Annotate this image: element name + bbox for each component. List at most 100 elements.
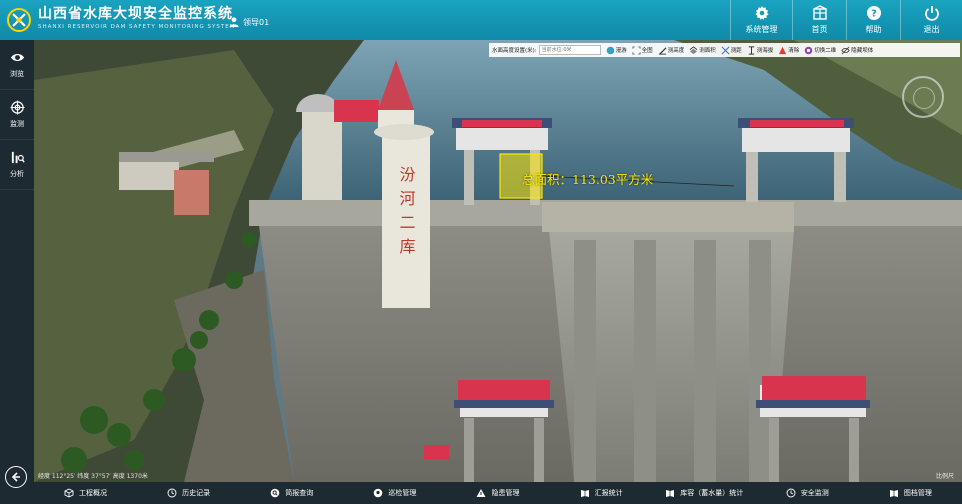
cube-icon <box>64 488 74 498</box>
tool-label: 清除 <box>788 48 800 54</box>
tool-hide-dam[interactable]: 隐藏坝体 <box>841 46 873 55</box>
measure-area-icon <box>689 45 698 54</box>
compass-navigator[interactable] <box>902 76 944 118</box>
switch-2d-icon <box>804 46 813 54</box>
home-icon <box>812 5 827 20</box>
map-toolbar: 水面高度设置(米): 漫游 全图 测高度 测面积 测距 <box>489 43 960 57</box>
hide-dam-icon <box>841 46 850 54</box>
user-name: 领导01 <box>243 17 270 27</box>
gear-icon <box>754 6 769 20</box>
history-icon <box>167 488 177 498</box>
user-menu[interactable]: 领导01 <box>228 14 269 30</box>
sidebar-item-label: 分析 <box>10 170 24 178</box>
tool-measure-height[interactable]: 测高度 <box>658 46 685 55</box>
svg-text:?: ? <box>871 9 877 20</box>
app-subtitle: SHANXI RESERVOIR DAM SAFETY MONITORING S… <box>38 24 236 30</box>
nav-label: 退出 <box>923 25 940 34</box>
sidebar-item-label: 浏览 <box>10 70 24 78</box>
measure-altitude-icon <box>748 45 754 55</box>
crosshair-icon <box>9 100 25 115</box>
app-title: 山西省水库大坝安全监控系统 <box>38 6 233 22</box>
sidebar-item-label: 监测 <box>10 120 24 128</box>
bottom-item-history[interactable]: 历史记录 <box>137 482 240 504</box>
sidebar-item-monitor[interactable]: 监测 <box>0 90 34 140</box>
coordinates-readout: 经度 112°25′ 纬度 37°57′ 高度 1370米 <box>38 473 148 480</box>
map-viewport[interactable]: 汾河二库 水面高度设置(米): 漫游 全图 测高度 <box>34 40 962 482</box>
tool-label: 测高度 <box>667 48 685 54</box>
title-block: 山西省水库大坝安全监控系统 SHANXI RESERVOIR DAM SAFET… <box>38 6 235 32</box>
bottom-item-safety-monitor[interactable]: 安全监测 <box>756 482 859 504</box>
tool-label: 测海拔 <box>756 48 774 54</box>
dam-3d-scene: 汾河二库 <box>34 40 962 482</box>
header-nav: 系统管理 首页 ? 帮助 退出 <box>730 0 962 40</box>
tower-text: 汾河二库 <box>397 166 416 262</box>
nav-logout[interactable]: 退出 <box>900 0 962 40</box>
tool-clear[interactable]: 清除 <box>778 46 799 55</box>
book-icon <box>889 490 898 497</box>
water-level-input[interactable] <box>538 45 601 55</box>
bottom-item-label: 工程概况 <box>79 489 108 497</box>
bottom-item-label: 汇报统计 <box>594 489 623 497</box>
bottom-item-label: 隐患管理 <box>491 489 520 497</box>
bottom-nav: 工程概况 历史记录 简报查询 巡检管理 隐患管理 汇报统计 库容（蓄水量）统计 <box>34 482 962 504</box>
location-icon <box>374 488 383 498</box>
app-header: 山西省水库大坝安全监控系统 SHANXI RESERVOIR DAM SAFET… <box>0 0 962 40</box>
bottom-item-hazard[interactable]: 隐患管理 <box>446 482 549 504</box>
sidebar-item-analysis[interactable]: 分析 <box>0 140 34 190</box>
tool-label: 全图 <box>641 48 653 54</box>
book-icon <box>666 490 675 497</box>
bottom-item-label: 库容（蓄水量）统计 <box>680 489 744 497</box>
search-icon <box>270 488 280 498</box>
globe-icon <box>606 46 614 54</box>
app-root: 山西省水库大坝安全监控系统 SHANXI RESERVOIR DAM SAFET… <box>0 0 962 504</box>
bottom-item-inspection[interactable]: 巡检管理 <box>343 482 446 504</box>
water-level-label: 水面高度设置(米): <box>492 48 537 54</box>
nav-label: 帮助 <box>865 25 882 34</box>
tool-label: 切换二维 <box>814 48 837 54</box>
eye-icon <box>10 53 24 62</box>
history-icon <box>786 488 796 498</box>
user-icon <box>229 17 239 27</box>
bottom-item-storage-stats[interactable]: 库容（蓄水量）统计 <box>653 482 756 504</box>
back-button[interactable] <box>5 466 27 488</box>
tool-label: 测距 <box>730 48 742 54</box>
bottom-item-label: 巡检管理 <box>388 489 417 497</box>
sidebar-item-browse[interactable]: 浏览 <box>0 40 34 90</box>
tool-label: 测面积 <box>699 48 716 54</box>
bottom-item-project-overview[interactable]: 工程概况 <box>34 482 137 504</box>
bottom-item-report-stats[interactable]: 汇报统计 <box>550 482 653 504</box>
tool-measure-altitude[interactable]: 测海拔 <box>747 45 774 55</box>
tool-measure-distance[interactable]: 测距 <box>721 46 742 55</box>
back-arrow-icon <box>11 472 20 482</box>
book-icon <box>580 490 589 497</box>
tool-measure-area[interactable]: 测面积 <box>689 45 716 55</box>
tool-label: 隐藏坝体 <box>851 48 874 54</box>
measure-distance-icon <box>721 46 730 54</box>
measure-height-icon <box>658 46 667 55</box>
logo-icon <box>7 8 31 32</box>
bottom-item-report-query[interactable]: 简报查询 <box>240 482 343 504</box>
nav-label: 系统管理 <box>745 25 778 34</box>
nav-home[interactable]: 首页 <box>792 0 846 40</box>
bridge-deck <box>542 202 794 232</box>
nav-help[interactable]: ? 帮助 <box>846 0 900 40</box>
full-extent-icon <box>632 45 641 55</box>
help-icon: ? <box>866 6 881 20</box>
bottom-item-archive[interactable]: 图档管理 <box>859 482 962 504</box>
tool-roam[interactable]: 漫游 <box>606 46 627 55</box>
bottom-item-label: 简报查询 <box>285 489 314 497</box>
bottom-item-label: 图档管理 <box>903 489 932 497</box>
warning-icon <box>476 489 486 497</box>
tool-label: 漫游 <box>615 48 627 54</box>
tool-full-extent[interactable]: 全图 <box>632 45 653 55</box>
nav-system-manage[interactable]: 系统管理 <box>730 0 792 40</box>
small-hut <box>424 445 449 459</box>
tool-switch-2d[interactable]: 切换二维 <box>804 46 836 55</box>
bottom-item-label: 历史记录 <box>182 489 211 497</box>
bottom-item-label: 安全监测 <box>800 489 829 497</box>
power-icon <box>924 6 939 21</box>
area-measure-label: 总面积：113.03平方米 <box>522 172 654 187</box>
nav-label: 首页 <box>811 25 828 34</box>
clear-icon <box>779 46 787 54</box>
scale-readout: 比例尺 <box>935 473 954 480</box>
